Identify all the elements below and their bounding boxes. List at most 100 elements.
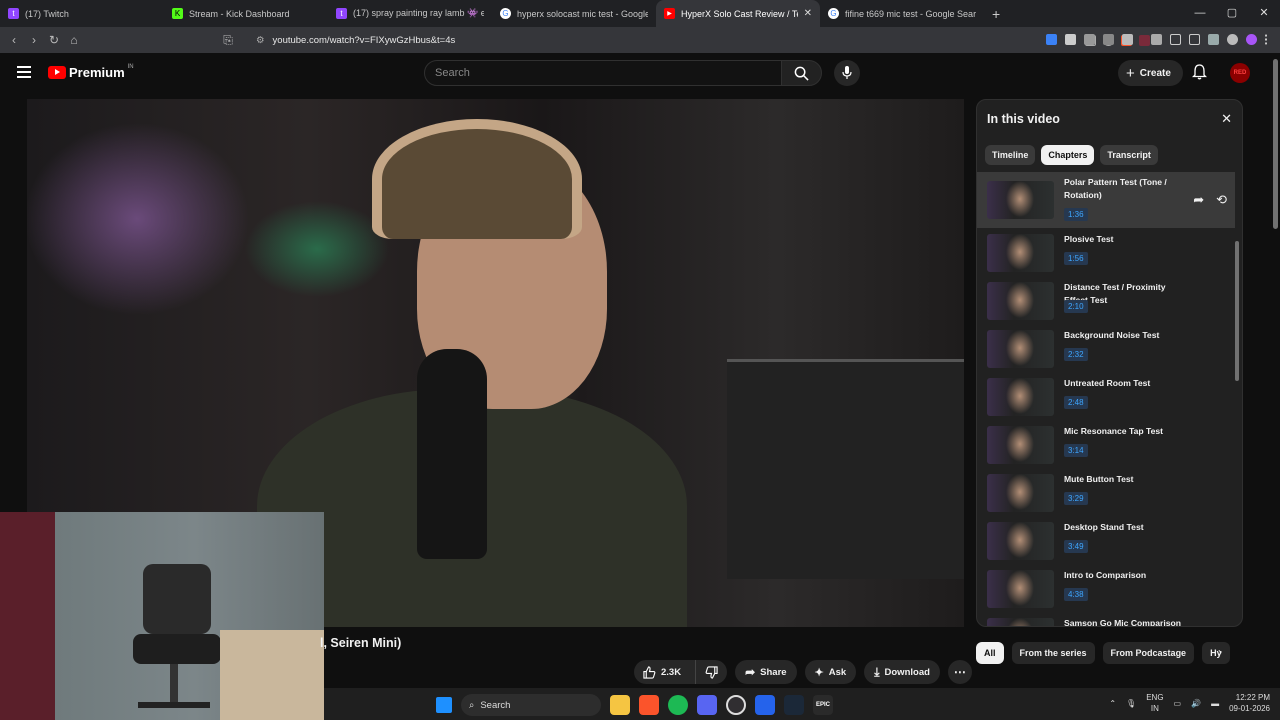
chapter-timestamp[interactable]: 2:32 (1064, 348, 1088, 361)
search-button[interactable] (781, 60, 822, 86)
discord-icon[interactable] (697, 695, 717, 715)
like-button[interactable]: 2.3K (634, 660, 690, 684)
panel-scrollbar[interactable] (1235, 176, 1239, 621)
forward-icon[interactable]: › (24, 33, 44, 47)
chapter-item[interactable]: Samson Go Mic Comparison (977, 612, 1235, 626)
brave-browser-icon[interactable] (639, 695, 659, 715)
chapter-item[interactable]: Background Noise Test 2:32 (977, 324, 1235, 372)
taskbar-search[interactable]: ⌕ Search (461, 694, 601, 716)
address-bar: ‹ › ↻ ⌂ ⎘ ⚙ youtube.com/watch?v=FIXywGzH… (0, 27, 1280, 53)
maximize-button[interactable]: ▢ (1216, 0, 1248, 27)
site-info-icon[interactable]: ⚙ (256, 35, 265, 46)
chapter-timestamp[interactable]: 4:38 (1064, 588, 1088, 601)
menu-icon[interactable] (1265, 34, 1276, 45)
close-panel-icon[interactable]: ✕ (1221, 111, 1232, 127)
ask-button[interactable]: ✦ Ask (804, 660, 857, 684)
presenter-cap (372, 119, 582, 239)
page-scrollbar[interactable] (1270, 53, 1280, 667)
browser-tab[interactable]: K Stream - Kick Dashboard (164, 0, 328, 27)
more-actions-button[interactable]: ⋯ (947, 660, 972, 684)
share-button[interactable]: ➦ Share (735, 660, 797, 684)
chapter-timestamp[interactable]: 2:10 (1064, 300, 1088, 313)
tab-chapters[interactable]: Chapters (1041, 145, 1095, 165)
reload-icon[interactable]: ↻ (44, 33, 64, 47)
media-icon[interactable] (1151, 34, 1162, 45)
chip-hyperx[interactable]: Hy (1202, 642, 1230, 664)
chapter-item[interactable]: Plosive Test 1:56 (977, 228, 1235, 276)
dislike-button[interactable] (695, 660, 727, 684)
extension-icon[interactable] (1046, 34, 1057, 45)
share-icon[interactable]: ➦ (1193, 192, 1204, 208)
vpn-icon[interactable] (1227, 34, 1238, 45)
wallet-icon[interactable] (1189, 34, 1200, 45)
like-dislike-group: 2.3K (634, 660, 728, 684)
windows-start-icon[interactable] (436, 697, 452, 713)
extension-icon[interactable] (1103, 34, 1114, 45)
spotify-icon[interactable] (668, 695, 688, 715)
network-icon[interactable]: ▭ (1174, 699, 1182, 708)
twitch-icon: t (336, 8, 347, 19)
profile-icon[interactable] (1246, 34, 1257, 45)
chapter-timestamp[interactable]: 3:14 (1064, 444, 1088, 457)
repeat-icon[interactable]: ⟲ (1216, 192, 1227, 208)
menu-icon[interactable] (17, 66, 31, 81)
chip-from-series[interactable]: From the series (1011, 642, 1095, 664)
steam-icon[interactable] (784, 695, 804, 715)
back-icon[interactable]: ‹ (4, 33, 24, 47)
leo-icon[interactable] (1208, 34, 1219, 45)
close-tab-icon[interactable]: ✕ (804, 8, 812, 19)
microphone-icon[interactable]: 🎙 (1126, 699, 1136, 708)
browser-tab[interactable]: t (17) spray painting ray lamb 👾 early (328, 0, 492, 27)
extension-icon[interactable] (1065, 34, 1076, 45)
sidebar-icon[interactable] (1170, 34, 1181, 45)
chevron-up-icon[interactable]: ⌃ (1109, 699, 1116, 708)
home-icon[interactable]: ⌂ (64, 33, 84, 47)
browser-tab[interactable]: t (17) Twitch (0, 0, 164, 27)
chapter-timestamp[interactable]: 3:29 (1064, 492, 1088, 505)
scrollbar-thumb[interactable] (1273, 59, 1278, 229)
chapter-timestamp[interactable]: 3:49 (1064, 540, 1088, 553)
browser-tab[interactable]: G hyperx solocast mic test - Google Se (492, 0, 656, 27)
youtube-logo[interactable]: Premium IN (48, 64, 134, 80)
tab-transcript[interactable]: Transcript (1100, 145, 1158, 165)
chapter-item[interactable]: Mute Button Test 3:29 (977, 468, 1235, 516)
browser-tab-active[interactable]: ▶ HyperX Solo Cast Review / Test | ✕ (656, 0, 820, 27)
chevron-right-icon[interactable]: › (1218, 645, 1222, 659)
create-button[interactable]: + Create (1118, 60, 1183, 86)
close-window-button[interactable]: ✕ (1248, 0, 1280, 27)
tab-timeline[interactable]: Timeline (985, 145, 1036, 165)
clock[interactable]: 12:22 PM 09-01-2026 (1229, 692, 1270, 714)
chapter-item[interactable]: Polar Pattern Test (Tone / Rotation) 1:3… (977, 172, 1235, 228)
epic-games-icon[interactable]: EPIC (813, 695, 833, 715)
extension-icon[interactable] (1084, 34, 1095, 45)
chapter-item[interactable]: Distance Test / Proximity Effect Test 2:… (977, 276, 1235, 324)
chapter-item[interactable]: Intro to Comparison 4:38 (977, 564, 1235, 612)
new-tab-button[interactable]: + (984, 6, 1008, 22)
browser-tab[interactable]: G fifine t669 mic test - Google Search (820, 0, 984, 27)
bookmark-icon[interactable]: ⎘ (218, 33, 238, 48)
panel-scrollbar-thumb[interactable] (1235, 241, 1239, 381)
chapter-item[interactable]: Desktop Stand Test 3:49 (977, 516, 1235, 564)
file-explorer-icon[interactable] (610, 695, 630, 715)
chapter-item[interactable]: Untreated Room Test 2:48 (977, 372, 1235, 420)
voice-search-button[interactable] (834, 60, 860, 86)
avatar[interactable]: RED (1230, 63, 1250, 83)
chapter-timestamp[interactable]: 1:56 (1064, 252, 1088, 265)
chapter-timestamp[interactable]: 2:48 (1064, 396, 1088, 409)
volume-icon[interactable]: 🔊 (1191, 699, 1201, 708)
chip-from-podcastage[interactable]: From Podcastage (1102, 642, 1195, 664)
chip-all[interactable]: All (976, 642, 1004, 664)
extension-icon[interactable] (1122, 34, 1133, 45)
chapter-list: Polar Pattern Test (Tone / Rotation) 1:3… (977, 172, 1235, 626)
app-icon[interactable] (755, 695, 775, 715)
battery-icon[interactable]: ▬ (1211, 699, 1219, 708)
chapter-timestamp[interactable]: 1:36 (1064, 208, 1088, 221)
minimize-button[interactable]: — (1184, 0, 1216, 27)
url-field[interactable]: ⚙ youtube.com/watch?v=FIXywGzHbus&t=4s (248, 30, 1150, 50)
language-indicator[interactable]: ENG IN (1146, 692, 1163, 714)
search-input[interactable]: Search (424, 60, 782, 86)
notifications-button[interactable] (1191, 64, 1208, 85)
chapter-item[interactable]: Mic Resonance Tap Test 3:14 (977, 420, 1235, 468)
download-button[interactable]: ⤓ Download (864, 660, 940, 684)
obs-icon[interactable] (726, 695, 746, 715)
